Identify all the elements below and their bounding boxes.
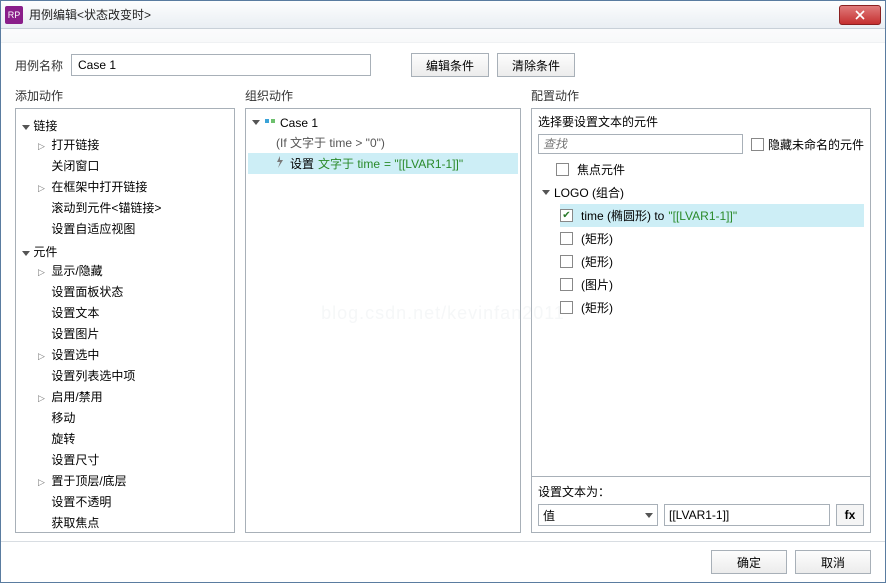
- close-button[interactable]: [839, 5, 881, 25]
- tree-item[interactable]: 置于顶层/底层: [38, 470, 230, 491]
- tree-item[interactable]: 关闭窗口: [38, 155, 230, 176]
- tree-item[interactable]: 在框架中打开链接: [38, 176, 230, 197]
- col-org-label: 组织动作: [245, 87, 521, 104]
- footer: 确定 取消: [1, 541, 885, 582]
- chevron-down-icon: [645, 513, 653, 518]
- org-action-prefix: 设置: [290, 155, 314, 172]
- org-case[interactable]: Case 1: [248, 113, 518, 132]
- fx-button[interactable]: fx: [836, 504, 864, 526]
- tree-item[interactable]: 设置尺寸: [38, 449, 230, 470]
- col-add-label: 添加动作: [15, 87, 235, 104]
- header-row: 用例名称 编辑条件 清除条件: [1, 43, 885, 83]
- window-title: 用例编辑<状态改变时>: [29, 6, 839, 23]
- search-input[interactable]: [538, 134, 743, 154]
- cfg-tree: 焦点元件 LOGO (组合) time (椭圆形) to "[[LVAR1-1]…: [538, 158, 864, 319]
- cfg-item-image[interactable]: (图片): [560, 273, 864, 296]
- bolt-icon: [274, 156, 286, 171]
- toolbar-ghost: [1, 29, 885, 43]
- value-type-dropdown[interactable]: 值: [538, 504, 658, 526]
- configure-panel: 选择要设置文本的元件 隐藏未命名的元件 焦点元件 LOGO (组合) time …: [531, 108, 871, 533]
- tree-item[interactable]: 设置自适应视图: [38, 218, 230, 239]
- col-organize: 组织动作 Case 1 (If 文字于 time > "0") 设置 文字于 t…: [245, 87, 521, 533]
- tree-group-widgets[interactable]: 元件 显示/隐藏 设置面板状态 设置文本 设置图片 设置选中 设置列表选中项 启…: [22, 241, 230, 533]
- cfg-item-focus[interactable]: 焦点元件: [542, 158, 864, 181]
- tree-item[interactable]: 滚动到元件<锚链接>: [38, 197, 230, 218]
- tree-item[interactable]: 启用/禁用: [38, 386, 230, 407]
- app-icon: RP: [5, 6, 23, 24]
- edit-condition-button[interactable]: 编辑条件: [411, 53, 489, 77]
- tree-item[interactable]: 旋转: [38, 428, 230, 449]
- organize-panel[interactable]: Case 1 (If 文字于 time > "0") 设置 文字于 time =…: [245, 108, 521, 533]
- tree-item[interactable]: 设置文本: [38, 302, 230, 323]
- tree-item[interactable]: 显示/隐藏: [38, 260, 230, 281]
- org-action-set-text[interactable]: 设置 文字于 time = "[[LVAR1-1]]": [248, 153, 518, 174]
- org-action-value: = "[[LVAR1-1]]": [384, 157, 463, 171]
- tree-item[interactable]: 打开链接: [38, 134, 230, 155]
- titlebar[interactable]: RP 用例编辑<状态改变时>: [1, 1, 885, 29]
- ok-button[interactable]: 确定: [711, 550, 787, 574]
- cfg-item-rect[interactable]: (矩形): [560, 250, 864, 273]
- tree-item[interactable]: 设置不透明: [38, 491, 230, 512]
- columns: 添加动作 链接 打开链接 关闭窗口 在框架中打开链接 滚动到元件<锚链接> 设置…: [1, 83, 885, 541]
- case-name-input[interactable]: [71, 54, 371, 76]
- tree-item[interactable]: 设置图片: [38, 323, 230, 344]
- tree-item[interactable]: 设置列表选中项: [38, 365, 230, 386]
- chevron-down-icon: [252, 120, 260, 125]
- col-add-actions: 添加动作 链接 打开链接 关闭窗口 在框架中打开链接 滚动到元件<锚链接> 设置…: [15, 87, 235, 533]
- dialog-window: RP 用例编辑<状态改变时> 用例名称 编辑条件 清除条件 添加动作 链接 打开…: [0, 0, 886, 583]
- close-icon: [855, 10, 865, 20]
- cfg-select-label: 选择要设置文本的元件: [538, 113, 864, 130]
- cfg-item-rect[interactable]: (矩形): [560, 296, 864, 319]
- org-condition[interactable]: (If 文字于 time > "0"): [248, 132, 518, 153]
- col-configure: 配置动作 选择要设置文本的元件 隐藏未命名的元件 焦点元件 LOGO (组合) …: [531, 87, 871, 533]
- tree-item[interactable]: 获取焦点: [38, 512, 230, 533]
- set-text-as-label: 设置文本为：: [538, 483, 864, 500]
- cfg-group-logo[interactable]: LOGO (组合): [542, 181, 864, 204]
- cfg-top: 选择要设置文本的元件 隐藏未命名的元件 焦点元件 LOGO (组合) time …: [532, 109, 870, 327]
- tree-item[interactable]: 移动: [38, 407, 230, 428]
- clear-condition-button[interactable]: 清除条件: [497, 53, 575, 77]
- value-input[interactable]: [664, 504, 830, 526]
- tree-group-links[interactable]: 链接 打开链接 关闭窗口 在框架中打开链接 滚动到元件<锚链接> 设置自适应视图: [22, 115, 230, 241]
- case-icon: [264, 115, 276, 130]
- cfg-item-rect[interactable]: (矩形): [560, 227, 864, 250]
- cancel-button[interactable]: 取消: [795, 550, 871, 574]
- hide-unnamed-checkbox[interactable]: 隐藏未命名的元件: [751, 136, 864, 153]
- add-actions-panel[interactable]: 链接 打开链接 关闭窗口 在框架中打开链接 滚动到元件<锚链接> 设置自适应视图…: [15, 108, 235, 533]
- tree-item[interactable]: 设置选中: [38, 344, 230, 365]
- cfg-bottom: 设置文本为： 值 fx: [532, 476, 870, 532]
- cfg-item-time[interactable]: time (椭圆形) to "[[LVAR1-1]]": [560, 204, 864, 227]
- case-name-label: 用例名称: [15, 57, 63, 74]
- org-case-label: Case 1: [280, 116, 318, 130]
- tree-item[interactable]: 设置面板状态: [38, 281, 230, 302]
- col-cfg-label: 配置动作: [531, 87, 871, 104]
- org-action-target: 文字于 time: [318, 155, 380, 172]
